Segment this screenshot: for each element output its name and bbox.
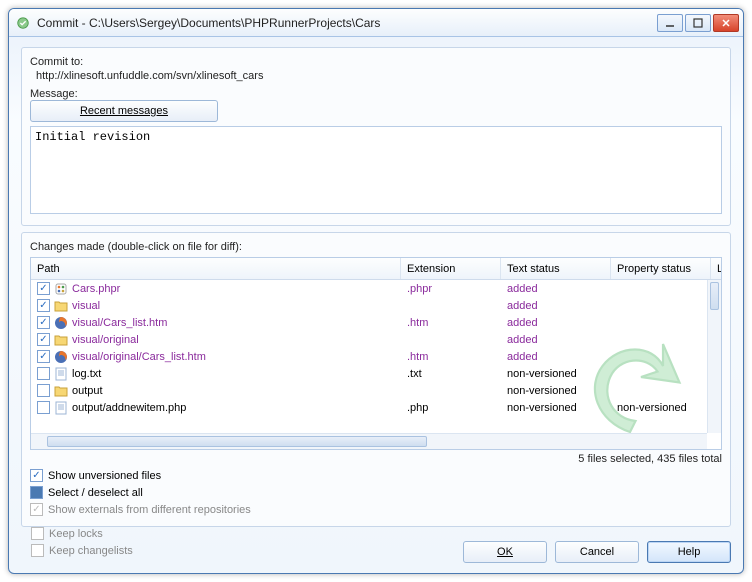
titlebar[interactable]: Commit - C:\Users\Sergey\Documents\PHPRu…	[9, 9, 743, 37]
recent-messages-button[interactable]: Recent messages	[30, 100, 218, 122]
help-button[interactable]: Help	[647, 541, 731, 563]
maximize-button[interactable]	[685, 14, 711, 32]
row-checkbox[interactable]	[37, 384, 50, 397]
text-icon	[54, 367, 68, 381]
row-checkbox[interactable]	[37, 299, 50, 312]
commit-to-panel: Commit to: http://xlinesoft.unfuddle.com…	[21, 47, 731, 226]
file-row[interactable]: Cars.phpr.phpradded	[31, 280, 707, 297]
phprunner-icon	[54, 282, 68, 296]
window-title: Commit - C:\Users\Sergey\Documents\PHPRu…	[37, 16, 657, 30]
file-path: visual	[72, 300, 100, 312]
select-all-checkbox[interactable]: Select / deselect all	[30, 484, 722, 501]
row-checkbox[interactable]	[37, 401, 50, 414]
file-path: output	[72, 385, 103, 397]
col-property-status[interactable]: Property status	[611, 258, 711, 279]
horizontal-scrollbar[interactable]	[31, 433, 707, 449]
file-row[interactable]: visual/Cars_list.htm.htmadded	[31, 314, 707, 331]
row-checkbox[interactable]	[37, 350, 50, 363]
col-path[interactable]: Path	[31, 258, 401, 279]
checkbox-icon	[30, 503, 43, 516]
file-path: output/addnewitem.php	[72, 402, 186, 414]
grid-body[interactable]: Cars.phpr.phpraddedvisualaddedvisual/Car…	[31, 280, 707, 433]
folder-icon	[54, 333, 68, 347]
file-path: Cars.phpr	[72, 283, 120, 295]
app-icon	[15, 15, 31, 31]
file-row[interactable]: outputnon-versioned	[31, 382, 707, 399]
message-label: Message:	[30, 88, 722, 100]
col-text-status[interactable]: Text status	[501, 258, 611, 279]
checkbox-icon	[31, 527, 44, 540]
file-path: visual/original	[72, 334, 139, 346]
row-checkbox[interactable]	[37, 316, 50, 329]
commit-to-label: Commit to:	[30, 56, 722, 68]
row-checkbox[interactable]	[37, 282, 50, 295]
file-row[interactable]: visual/original/Cars_list.htm.htmadded	[31, 348, 707, 365]
grid-header[interactable]: Path Extension Text status Property stat…	[31, 258, 721, 280]
row-checkbox[interactable]	[37, 367, 50, 380]
checkbox-icon	[30, 486, 43, 499]
row-checkbox[interactable]	[37, 333, 50, 346]
col-lock[interactable]: Lo	[711, 258, 722, 279]
show-externals-checkbox: Show externals from different repositori…	[30, 501, 722, 518]
file-grid[interactable]: Path Extension Text status Property stat…	[30, 257, 722, 450]
file-path: visual/original/Cars_list.htm	[72, 351, 206, 363]
file-row[interactable]: visual/originaladded	[31, 331, 707, 348]
commit-message-input[interactable]	[30, 126, 722, 214]
folder-icon	[54, 299, 68, 313]
close-button[interactable]	[713, 14, 739, 32]
commit-dialog: Commit - C:\Users\Sergey\Documents\PHPRu…	[8, 8, 744, 574]
keep-changelists-checkbox: Keep changelists	[31, 542, 133, 559]
folder-icon	[54, 384, 68, 398]
file-row[interactable]: visualadded	[31, 297, 707, 314]
firefox-icon	[54, 350, 68, 364]
changes-label: Changes made (double-click on file for d…	[30, 241, 722, 253]
file-row[interactable]: output/addnewitem.php.phpnon-versionedno…	[31, 399, 707, 416]
text-icon	[54, 401, 68, 415]
checkbox-icon	[31, 544, 44, 557]
checkbox-icon	[30, 469, 43, 482]
ok-button[interactable]: OK	[463, 541, 547, 563]
file-path: visual/Cars_list.htm	[72, 317, 167, 329]
commit-url: http://xlinesoft.unfuddle.com/svn/xlines…	[36, 70, 722, 82]
vertical-scrollbar[interactable]	[707, 280, 721, 433]
selection-summary: 5 files selected, 435 files total	[30, 450, 722, 465]
file-row[interactable]: log.txt.txtnon-versioned	[31, 365, 707, 382]
changes-panel: Changes made (double-click on file for d…	[21, 232, 731, 527]
minimize-button[interactable]	[657, 14, 683, 32]
firefox-icon	[54, 316, 68, 330]
file-path: log.txt	[72, 368, 101, 380]
show-unversioned-checkbox[interactable]: Show unversioned files	[30, 467, 722, 484]
cancel-button[interactable]: Cancel	[555, 541, 639, 563]
keep-locks-checkbox: Keep locks	[31, 525, 133, 542]
col-extension[interactable]: Extension	[401, 258, 501, 279]
